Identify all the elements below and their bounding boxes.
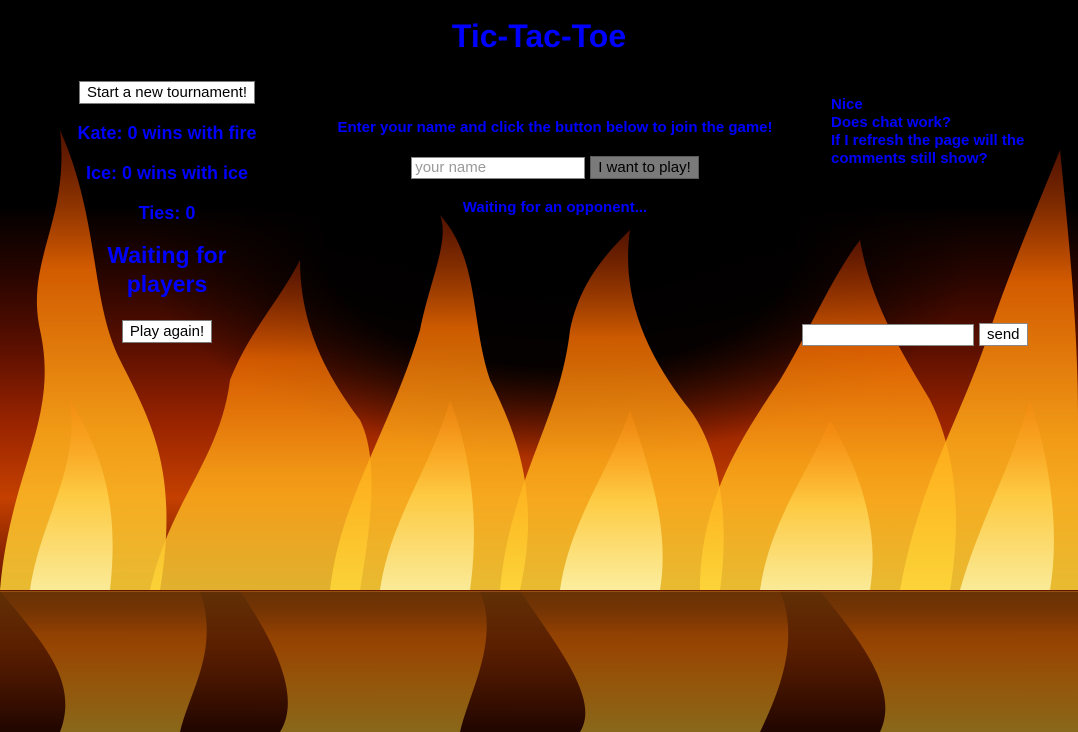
score-ties: Ties: 0 [138, 203, 196, 223]
send-button[interactable]: send [979, 323, 1028, 346]
join-form: I want to play! [305, 156, 805, 179]
play-again-button[interactable]: Play again! [121, 320, 213, 343]
score-player-fire: Kate: 0 wins with fire [77, 123, 257, 143]
chat-message: Does chat work? [831, 114, 952, 131]
join-instructions: Enter your name and click the button bel… [337, 119, 773, 136]
player-name-input[interactable] [411, 156, 586, 179]
chat-message: Nice [831, 96, 863, 113]
chat-log: Nice Does chat work? If I refresh the pa… [831, 96, 1046, 168]
game-status: Waiting for players [107, 242, 227, 297]
page-title: Tic-Tac-Toe [451, 18, 627, 54]
score-player-ice: Ice: 0 wins with ice [85, 163, 249, 183]
chat-message: If I refresh the page will the comments … [831, 132, 1025, 167]
join-panel: Enter your name and click the button bel… [305, 119, 805, 216]
scoreboard-panel: Start a new tournament! Kate: 0 wins wit… [55, 81, 279, 343]
page: Tic-Tac-Toe Start a new tournament! Kate… [0, 0, 1078, 732]
water-reflection [0, 591, 1078, 732]
chat-form: send [802, 323, 1028, 346]
join-game-button[interactable]: I want to play! [590, 156, 699, 179]
waiting-status: Waiting for an opponent... [462, 199, 648, 216]
new-tournament-button[interactable]: Start a new tournament! [78, 81, 256, 104]
chat-input[interactable] [802, 323, 974, 346]
